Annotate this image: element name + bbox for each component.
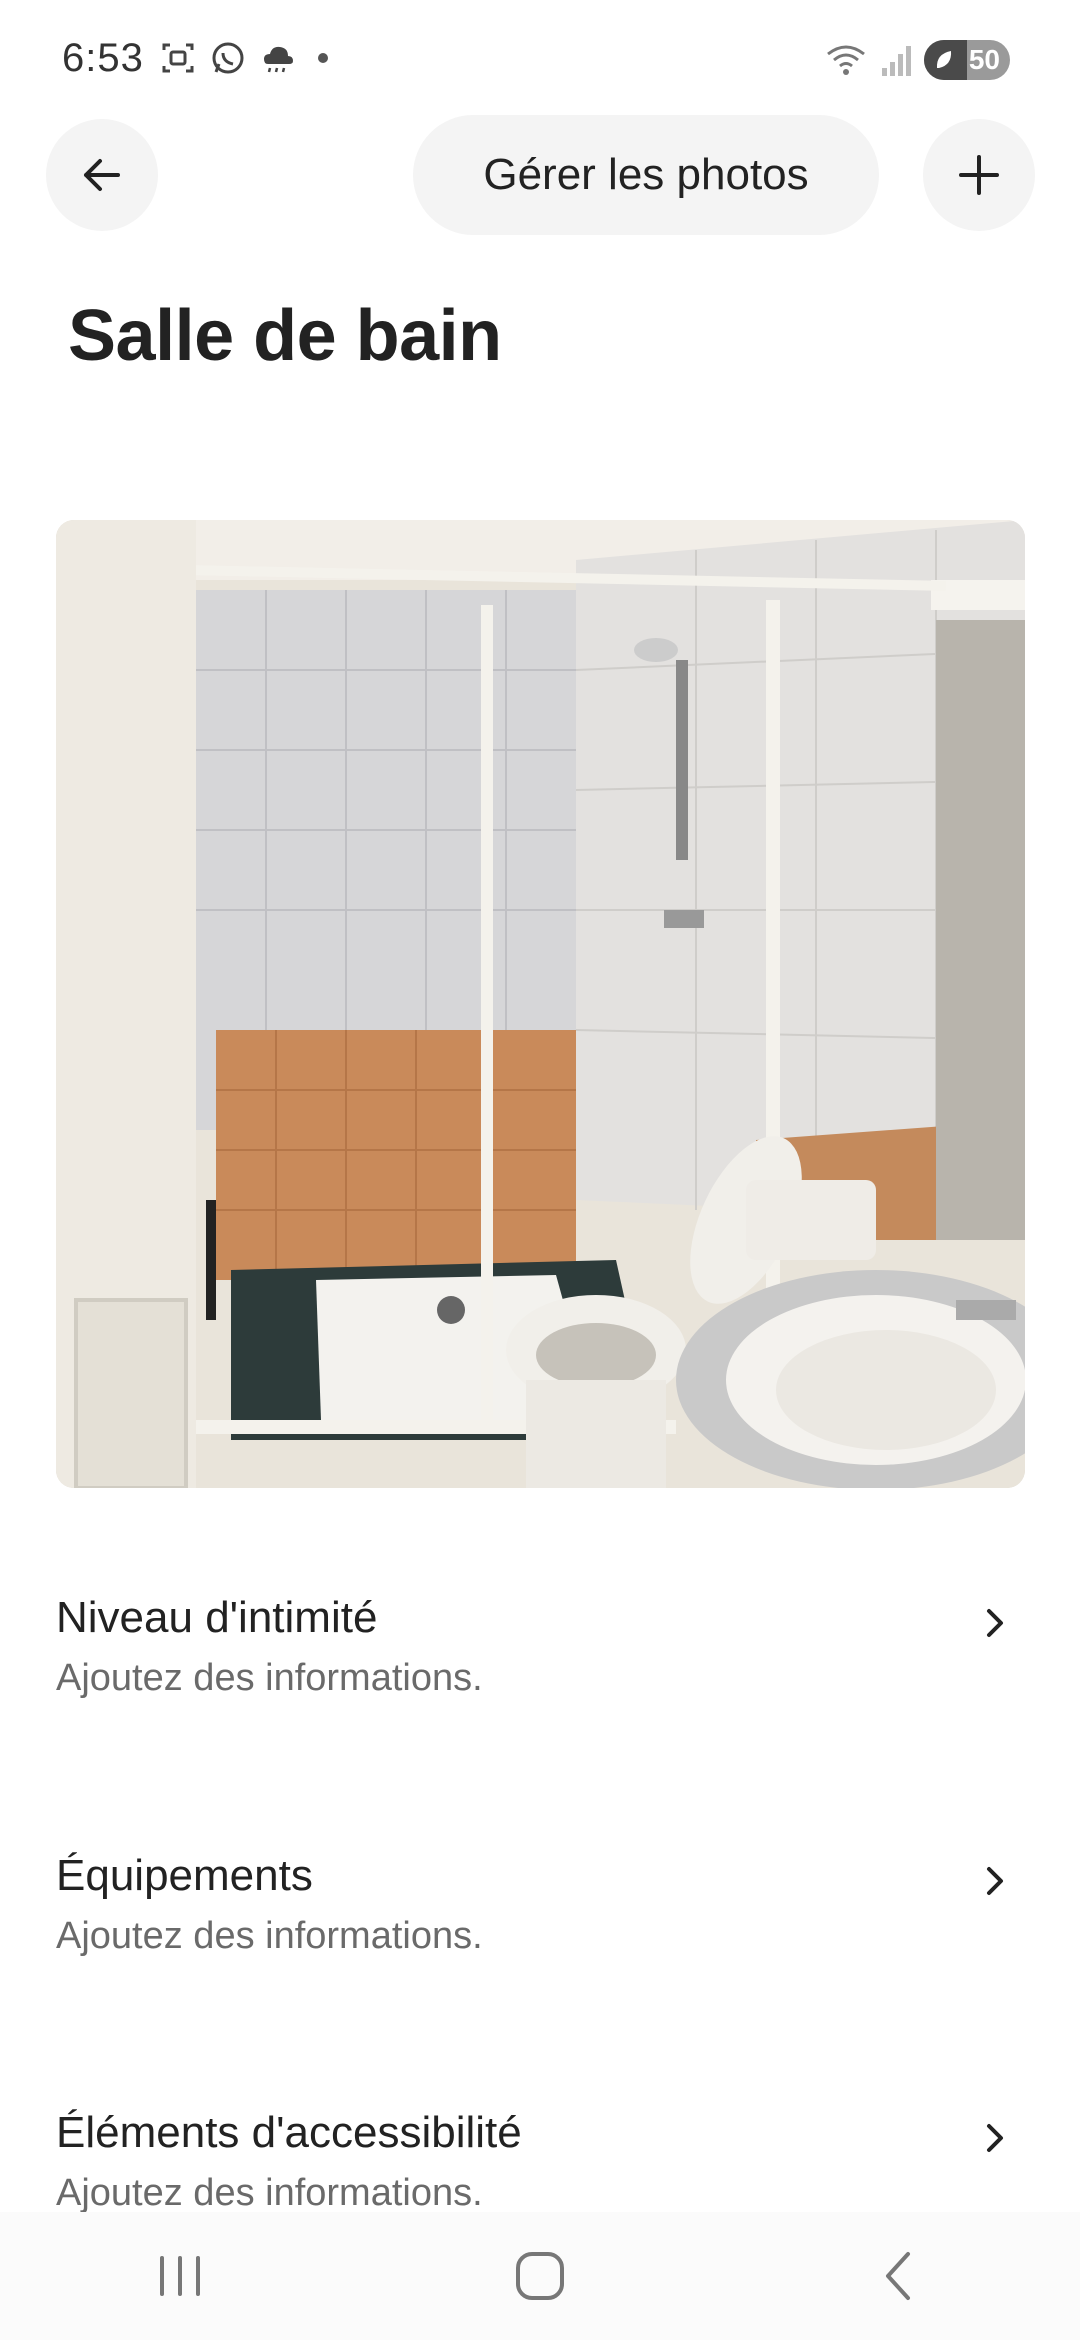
recent-apps-button[interactable]	[120, 2236, 240, 2316]
list-item-title: Niveau d'intimité	[56, 1593, 378, 1642]
battery-icon: 50	[924, 40, 1010, 80]
status-icons-left	[160, 40, 328, 76]
chevron-right-icon	[987, 1867, 1003, 1895]
screen: 6:53 50 Gérer les photos Salle de bain N…	[0, 0, 1080, 2340]
list-item-title: Équipements	[56, 1851, 313, 1900]
home-button[interactable]	[480, 2236, 600, 2316]
whatsapp-icon	[212, 42, 244, 74]
home-icon	[516, 2252, 564, 2300]
status-time: 6:53	[62, 36, 144, 80]
screenshot-icon	[162, 43, 194, 73]
list-item-amenities[interactable]: Équipements Ajoutez des informations.	[0, 1851, 1080, 2051]
add-photo-button[interactable]	[923, 119, 1035, 231]
list-item-privacy-level[interactable]: Niveau d'intimité Ajoutez des informatio…	[0, 1593, 1080, 1793]
battery-level: 50	[968, 44, 1000, 75]
list-item-subtitle: Ajoutez des informations.	[56, 1915, 483, 1957]
signal-icon	[882, 46, 911, 76]
manage-photos-button[interactable]: Gérer les photos	[413, 115, 879, 235]
back-button[interactable]	[46, 119, 158, 231]
navigation-bar	[0, 2212, 1080, 2340]
chevron-right-icon	[987, 2124, 1003, 2152]
nav-back-button[interactable]	[840, 2236, 960, 2316]
arrow-left-icon	[84, 159, 120, 191]
list-item-subtitle: Ajoutez des informations.	[56, 1657, 483, 1699]
list-item-title: Éléments d'accessibilité	[56, 2108, 522, 2157]
dot-icon	[318, 53, 328, 63]
page-title: Salle de bain	[68, 296, 502, 376]
status-icons-right: 50	[826, 40, 1010, 80]
recent-apps-icon	[160, 2256, 200, 2296]
wifi-icon	[827, 45, 865, 75]
weather-icon	[264, 46, 293, 73]
chevron-right-icon	[987, 1609, 1003, 1637]
status-bar: 6:53 50	[0, 0, 1080, 120]
plus-icon	[959, 155, 999, 195]
back-icon	[886, 2252, 910, 2300]
bathroom-photo[interactable]	[56, 520, 1025, 1488]
list-item-subtitle: Ajoutez des informations.	[56, 2172, 483, 2214]
power-saving-icon	[936, 51, 952, 68]
